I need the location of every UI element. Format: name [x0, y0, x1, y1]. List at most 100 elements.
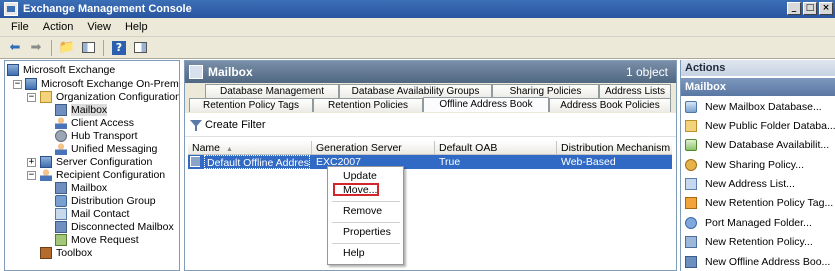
tree-label: Recipient Configuration [56, 168, 166, 181]
exchange-console-icon [4, 2, 18, 16]
tree-label: Move Request [71, 233, 139, 246]
tree-item-hub-transport[interactable]: Hub Transport [55, 129, 138, 142]
action-label: New Retention Policy... [705, 235, 813, 248]
mailbox-icon [55, 103, 67, 116]
tree-item-recipient-mailbox[interactable]: Mailbox [55, 181, 107, 194]
collapse-toggle[interactable]: − [27, 93, 36, 102]
context-menu: Update Move... Remove Properties Help [327, 166, 404, 265]
back-arrow-icon[interactable]: ⬅ [6, 39, 24, 57]
column-label: Name [192, 142, 221, 154]
tab-retention-policies[interactable]: Retention Policies [313, 98, 423, 112]
action-new-retention-policy[interactable]: New Retention Policy... [685, 234, 813, 249]
tree-item-organization-configuration[interactable]: Organization Configuration [40, 90, 180, 103]
sort-ascending-icon: ▲ [226, 146, 233, 153]
action-label: Port Managed Folder... [705, 216, 812, 229]
toolbox-icon [40, 246, 52, 259]
window-title: Exchange Management Console [23, 3, 192, 15]
action-new-sharing-policy[interactable]: New Sharing Policy... [685, 157, 804, 172]
exchange-server-icon [7, 63, 19, 76]
column-header-generation-server[interactable]: Generation Server [312, 141, 435, 155]
up-folder-icon[interactable]: 📁 [58, 39, 76, 57]
tree-item-toolbox[interactable]: Toolbox [40, 246, 92, 259]
menu-help[interactable]: Help [118, 21, 155, 33]
forward-arrow-icon[interactable]: ➡ [27, 39, 45, 57]
create-filter-button[interactable]: Create Filter [205, 119, 266, 131]
tree-label: Hub Transport [71, 129, 138, 142]
sharing-policy-icon [685, 158, 697, 171]
context-menu-remove[interactable]: Remove [328, 204, 403, 219]
menu-file[interactable]: File [4, 21, 36, 33]
context-menu-properties[interactable]: Properties [328, 225, 403, 240]
expand-toggle[interactable]: + [27, 158, 36, 167]
mailbox-icon [189, 65, 203, 79]
menu-separator [332, 222, 400, 223]
filter-strip: Create Filter [185, 113, 676, 137]
action-new-address-list[interactable]: New Address List... [685, 176, 795, 191]
collapse-toggle[interactable]: − [13, 80, 22, 89]
tab-address-lists[interactable]: Address Lists [599, 84, 671, 98]
column-header-distribution-mechanism[interactable]: Distribution Mechanism [557, 141, 672, 155]
action-new-public-folder-database[interactable]: New Public Folder Databa... [685, 118, 835, 133]
tree-item-server-configuration[interactable]: Server Configuration [40, 155, 152, 168]
help-icon[interactable]: ? [110, 39, 128, 57]
cell-distribution-mechanism: Web-Based [561, 156, 616, 168]
tab-database-availability-groups[interactable]: Database Availability Groups [339, 84, 492, 98]
tree-item-recipient-configuration[interactable]: Recipient Configuration [40, 168, 165, 181]
tab-database-management[interactable]: Database Management [205, 84, 339, 98]
tree-label: Mailbox [71, 103, 108, 116]
title-bar: Exchange Management Console _ □ × [0, 0, 835, 18]
actions-header: Actions [681, 60, 835, 76]
tree-label: Distribution Group [71, 194, 156, 207]
disconnected-mailbox-icon [55, 220, 67, 233]
minimize-button[interactable]: _ [787, 2, 801, 15]
action-new-mailbox-database[interactable]: New Mailbox Database... [685, 99, 822, 114]
tree-item-on-premises[interactable]: Microsoft Exchange On-Premises (e [25, 77, 179, 90]
maximize-button[interactable]: □ [803, 2, 817, 15]
tree-item-unified-messaging[interactable]: Unified Messaging [55, 142, 157, 155]
action-label: New Sharing Policy... [705, 158, 805, 171]
tree-label: Mailbox [71, 181, 108, 194]
menu-bar: File Action View Help [0, 18, 835, 37]
action-label: New Offline Address Boo... [705, 255, 831, 268]
table-row[interactable]: Default Offline Address... EXC2007 True … [188, 155, 672, 169]
address-list-icon [685, 177, 697, 190]
public-folder-icon [685, 119, 697, 132]
action-new-database-availability-group[interactable]: New Database Availabilit... [685, 137, 829, 152]
menu-action[interactable]: Action [36, 21, 81, 33]
action-label: New Retention Policy Tag... [705, 196, 834, 209]
tree-label: Organization Configuration [56, 90, 180, 103]
tree-item-disconnected-mailbox[interactable]: Disconnected Mailbox [55, 220, 174, 233]
column-header-name[interactable]: Name ▲ [188, 141, 312, 155]
action-new-offline-address-book[interactable]: New Offline Address Boo... [685, 254, 830, 269]
client-access-icon [55, 116, 67, 129]
close-button[interactable]: × [819, 2, 833, 15]
tree-label: Server Configuration [56, 155, 153, 168]
actions-section-mailbox[interactable]: Mailbox [681, 78, 835, 96]
tree-item-mail-contact[interactable]: Mail Contact [55, 207, 129, 220]
tab-retention-policy-tags[interactable]: Retention Policy Tags [189, 98, 313, 112]
filter-icon [189, 118, 203, 132]
menu-separator [332, 201, 400, 202]
context-menu-help[interactable]: Help [328, 246, 403, 261]
toolbar-separator [103, 39, 104, 56]
collapse-toggle[interactable]: − [27, 171, 36, 180]
action-new-retention-policy-tag[interactable]: New Retention Policy Tag... [685, 195, 833, 210]
tree-item-microsoft-exchange[interactable]: Microsoft Exchange [7, 63, 115, 76]
tree-item-distribution-group[interactable]: Distribution Group [55, 194, 156, 207]
tree-item-org-mailbox[interactable]: Mailbox [55, 103, 108, 116]
tree-label: Disconnected Mailbox [71, 220, 174, 233]
tree-label: Microsoft Exchange [23, 63, 116, 76]
action-port-managed-folder[interactable]: Port Managed Folder... [685, 215, 812, 230]
column-header-default-oab[interactable]: Default OAB [435, 141, 557, 155]
show-hide-tree-icon[interactable] [79, 39, 97, 57]
context-menu-update[interactable]: Update [328, 169, 403, 184]
tree-item-move-request[interactable]: Move Request [55, 233, 139, 246]
tree-item-client-access[interactable]: Client Access [55, 116, 134, 129]
tab-sharing-policies[interactable]: Sharing Policies [492, 84, 599, 98]
tab-offline-address-book[interactable]: Offline Address Book [423, 97, 549, 112]
tab-address-book-policies[interactable]: Address Book Policies [549, 98, 671, 112]
tree-label: Mail Contact [71, 207, 130, 220]
mailbox-icon [55, 181, 67, 194]
show-hide-action-pane-icon[interactable] [131, 39, 149, 57]
menu-view[interactable]: View [80, 21, 118, 33]
